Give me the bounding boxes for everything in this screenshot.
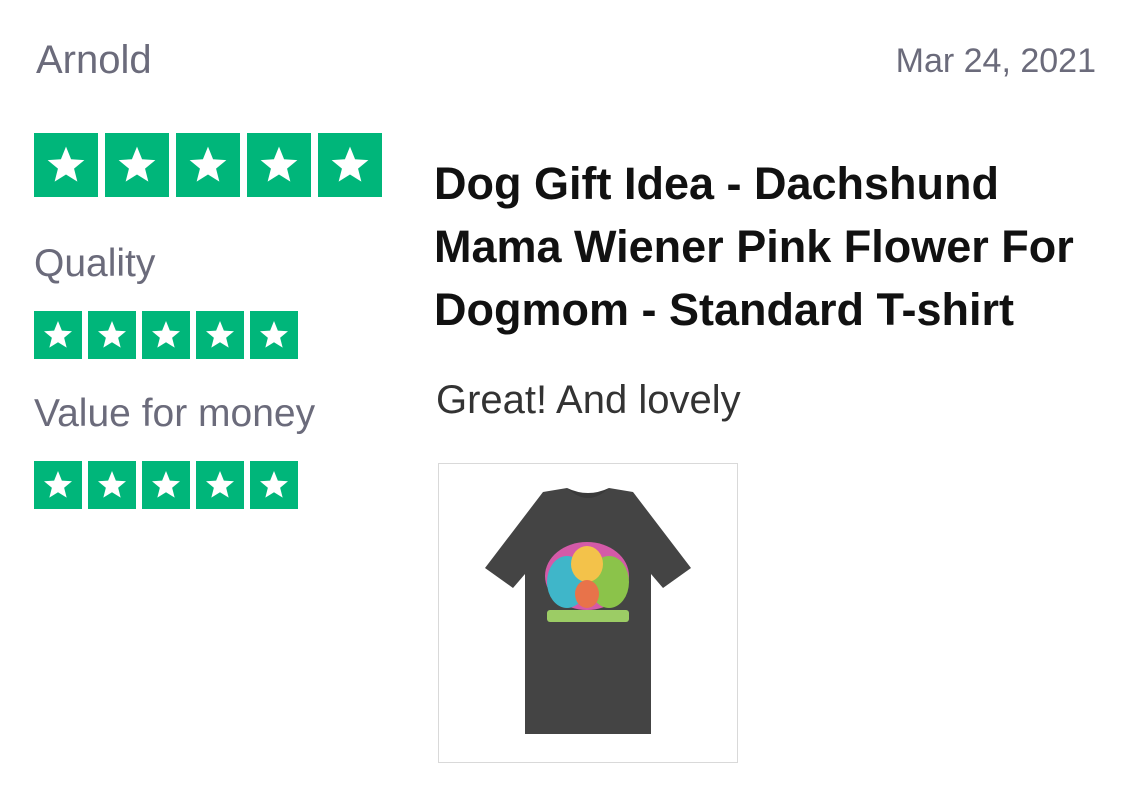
review-body: Great! And lovely [436,378,741,422]
star-icon [196,311,244,359]
quality-label: Quality [34,242,156,285]
star-icon [88,461,136,509]
star-icon [34,311,82,359]
star-icon [176,133,240,197]
tshirt-photo-icon [485,488,691,734]
review-title[interactable]: Dog Gift Idea - Dachshund Mama Wiener Pi… [434,152,1114,341]
star-icon [196,461,244,509]
star-icon [105,133,169,197]
reviewer-name[interactable]: Arnold [36,38,152,83]
review-photo-thumbnail[interactable] [438,463,738,763]
review-date: Mar 24, 2021 [895,42,1096,80]
star-icon [318,133,382,197]
star-icon [250,461,298,509]
star-icon [34,461,82,509]
star-icon [247,133,311,197]
quality-rating-stars [34,311,298,359]
value-for-money-label: Value for money [34,392,316,435]
overall-rating-stars [34,133,382,197]
star-icon [88,311,136,359]
star-icon [250,311,298,359]
value-for-money-rating-stars [34,461,298,509]
star-icon [142,461,190,509]
star-icon [142,311,190,359]
star-icon [34,133,98,197]
